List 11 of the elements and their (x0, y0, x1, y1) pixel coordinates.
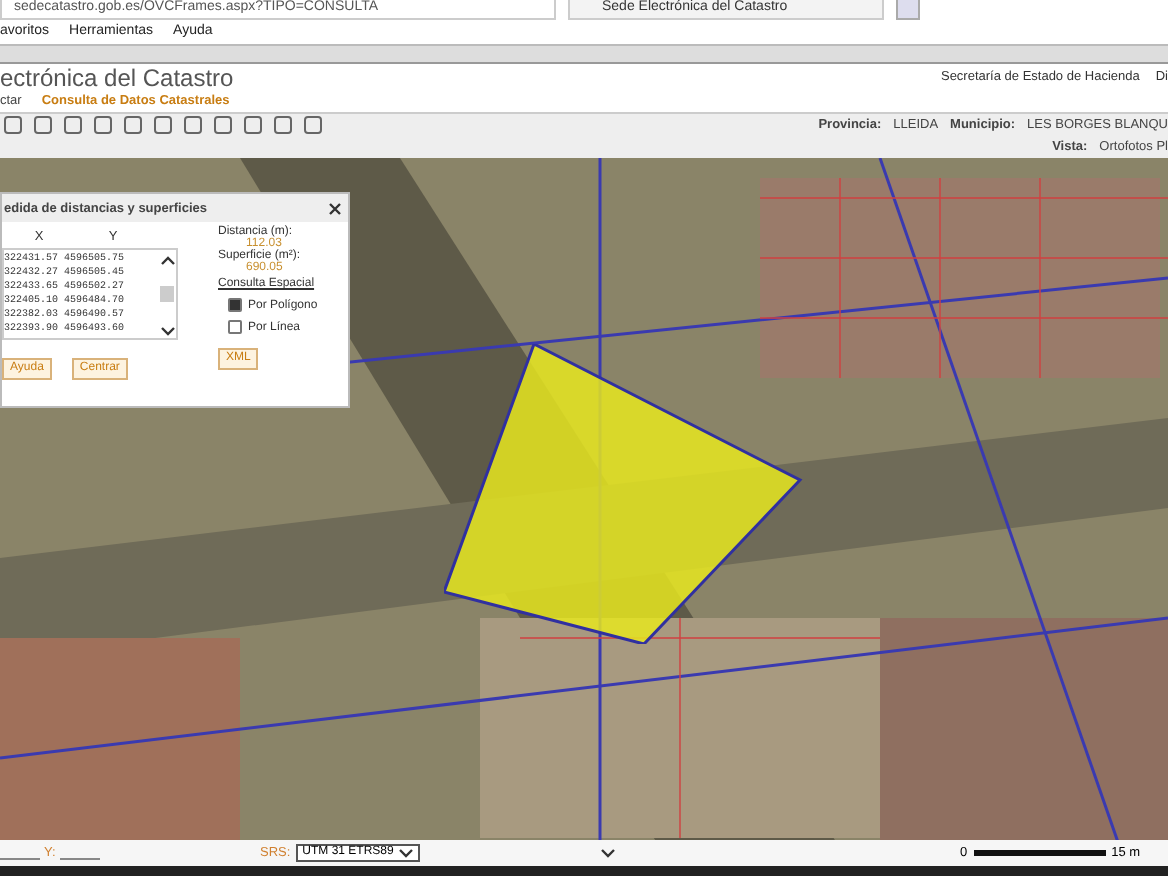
caret-icon[interactable] (600, 848, 616, 859)
close-icon[interactable] (328, 201, 342, 216)
caret-icon[interactable] (397, 847, 414, 858)
scroll-thumb[interactable] (160, 286, 174, 303)
scale-bar (973, 850, 1106, 857)
scroll-down-icon[interactable] (159, 326, 175, 339)
radio-button[interactable] (228, 298, 242, 313)
scroll-up-icon[interactable] (159, 254, 175, 267)
radio-button[interactable] (228, 320, 242, 335)
parcel-polygon[interactable] (444, 344, 804, 645)
site-title: ectrónica del Catastro (0, 63, 234, 92)
